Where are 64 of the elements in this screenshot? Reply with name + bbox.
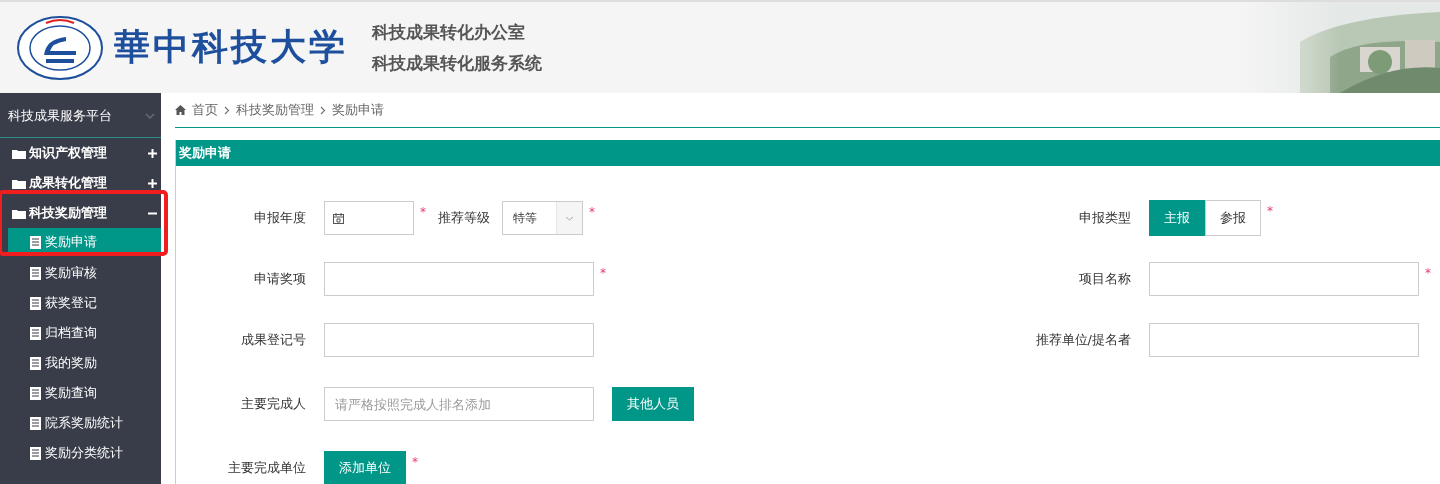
home-icon[interactable] xyxy=(175,105,186,115)
system-title: 科技成果转化办公室 xyxy=(372,20,526,44)
sidebar-item[interactable]: 我的奖励 xyxy=(0,348,161,378)
input-field[interactable] xyxy=(324,261,594,296)
document-icon xyxy=(30,416,41,430)
breadcrumb-link[interactable]: 科技奖励管理 xyxy=(236,101,314,119)
plus-icon xyxy=(148,148,157,158)
folder-icon xyxy=(12,207,26,219)
breadcrumb-link[interactable]: 奖励申请 xyxy=(332,101,384,119)
sidebar-group[interactable]: 科技奖励管理 xyxy=(0,198,161,228)
required-mark: * xyxy=(412,455,418,469)
folder-icon xyxy=(12,147,26,159)
sidebar-item[interactable]: 奖励分类统计 xyxy=(0,438,161,468)
document-icon xyxy=(30,326,41,340)
panel-header: 奖励申请 xyxy=(176,140,1440,166)
field-label: 推荐等级 xyxy=(438,209,490,227)
field-label: 申报年度 xyxy=(254,210,306,225)
folder-icon xyxy=(12,177,26,189)
platform-title: 科技成果服务平台 xyxy=(8,106,112,125)
plus-icon xyxy=(148,178,157,188)
document-icon xyxy=(30,235,41,249)
chevron-down-icon xyxy=(565,215,574,221)
system-title: 科技成果转化服务系统 xyxy=(372,51,542,75)
document-icon xyxy=(30,356,41,370)
chevron-right-icon xyxy=(320,105,326,115)
toggle-option[interactable]: 参报 xyxy=(1205,200,1261,236)
field-label: 申报类型 xyxy=(1079,210,1131,225)
chevron-down-icon[interactable] xyxy=(145,112,155,119)
document-icon xyxy=(30,386,41,400)
input-field[interactable] xyxy=(1149,261,1419,296)
action-button[interactable]: 其他人员 xyxy=(612,387,694,421)
input-field[interactable] xyxy=(1149,322,1419,357)
field-label: 主要完成单位 xyxy=(228,460,306,475)
sidebar-item[interactable]: 奖励审核 xyxy=(0,258,161,288)
field-label: 成果登记号 xyxy=(241,331,306,347)
field-label: 项目名称 xyxy=(1079,270,1131,286)
sidebar-group[interactable]: 成果转化管理 xyxy=(0,168,161,198)
select-field[interactable]: 特等 xyxy=(502,201,583,235)
input-field[interactable] xyxy=(324,322,594,357)
sidebar-item[interactable]: 奖励查询 xyxy=(0,378,161,408)
required-mark: * xyxy=(1425,265,1431,280)
field-label: 申请奖项 xyxy=(254,270,306,286)
date-field[interactable] xyxy=(324,201,414,235)
breadcrumb-link[interactable]: 首页 xyxy=(192,101,218,119)
input-field[interactable]: 请严格按照完成人排名添加 xyxy=(324,387,594,421)
required-mark: * xyxy=(1267,204,1273,218)
required-mark: * xyxy=(600,265,606,280)
required-mark: * xyxy=(420,205,426,219)
sidebar-item[interactable]: 归档查询 xyxy=(0,318,161,348)
chevron-right-icon xyxy=(224,105,230,115)
sidebar-group[interactable]: 知识产权管理 xyxy=(0,138,161,168)
field-label: 主要完成人 xyxy=(241,396,306,411)
toggle-option[interactable]: 主报 xyxy=(1149,200,1205,236)
logo-text: 華中科技大学 xyxy=(114,24,348,69)
document-icon xyxy=(30,266,41,280)
required-mark: * xyxy=(589,205,595,219)
document-icon xyxy=(30,446,41,460)
sidebar-item[interactable]: 获奖登记 xyxy=(0,288,161,318)
document-icon xyxy=(30,296,41,310)
calendar-icon xyxy=(333,212,344,224)
action-button[interactable]: 添加单位 xyxy=(324,451,406,484)
sidebar-item[interactable]: 院系奖励统计 xyxy=(0,408,161,438)
field-label: 推荐单位/提名者 xyxy=(1035,331,1131,347)
emblem-icon xyxy=(16,14,104,81)
